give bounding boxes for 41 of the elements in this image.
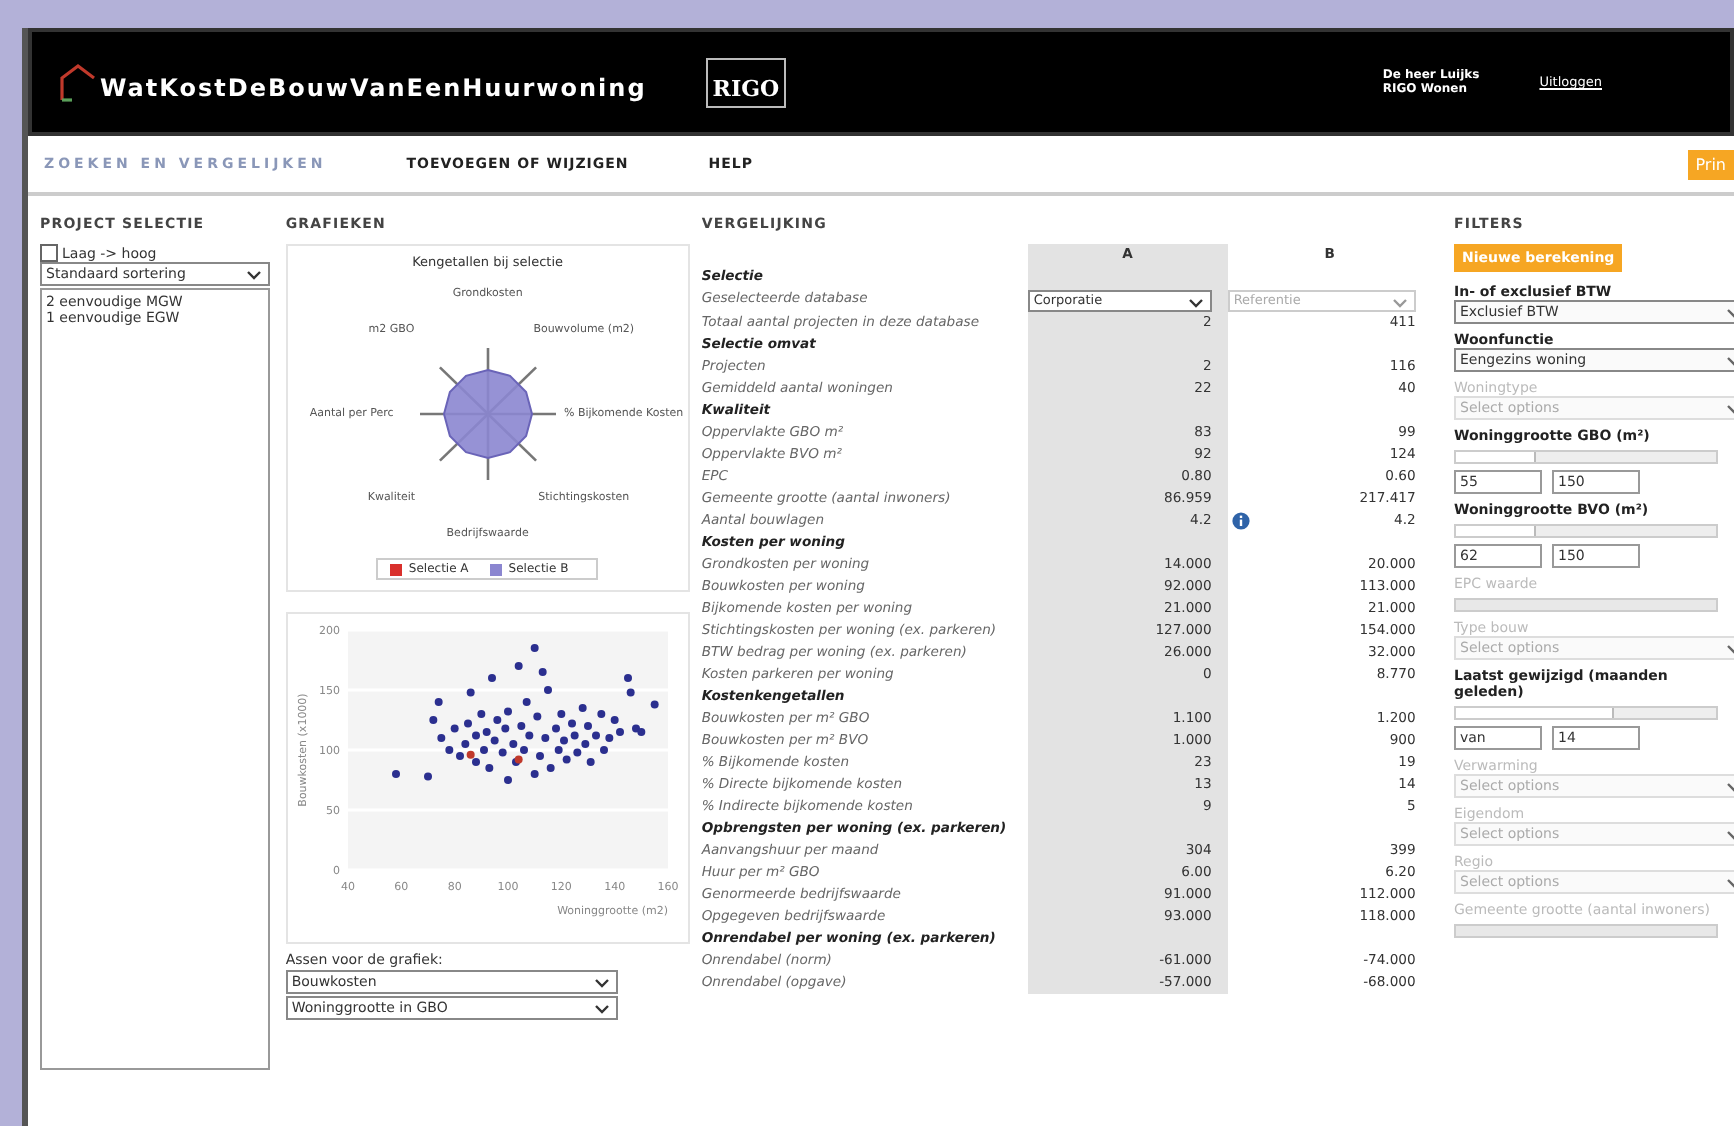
data-point [623,674,632,682]
data-point [599,746,608,754]
range-slider[interactable] [1454,524,1718,538]
data-point [596,710,605,718]
checkbox[interactable] [40,244,58,262]
data-point [530,644,539,652]
data-point [428,716,437,724]
radar-chart-drawing [419,348,556,480]
data-point [436,734,445,742]
data-point [532,712,541,721]
site-logo[interactable]: WatKostDeBouwVanEenHuurwoning [100,74,647,102]
data-point [466,688,475,697]
data-point [530,770,539,778]
data-point [476,710,485,718]
data-point [586,758,595,766]
data-point [610,716,619,724]
data-point [578,704,587,712]
data-point [463,719,472,728]
caret-icon [245,270,262,280]
data-point [626,688,635,697]
house-icon [60,62,96,102]
caret-icon [1391,298,1408,308]
data-point [423,772,432,781]
data-point [514,662,523,670]
data-point [503,776,512,784]
data-point [450,724,459,733]
partner-logo: RIGO [706,57,786,107]
info-icon[interactable] [1231,512,1250,530]
data-point [543,686,552,694]
data-point [522,698,531,706]
data-point [484,764,493,772]
range-slider[interactable] [1454,450,1718,464]
data-point [538,668,547,676]
caret-icon [1187,298,1204,308]
data-point [391,770,400,778]
data-point [434,698,443,706]
data-point [535,752,544,760]
data-point [546,764,555,772]
range-slider[interactable] [1454,706,1718,720]
data-point [650,700,659,709]
data-point [487,674,496,682]
